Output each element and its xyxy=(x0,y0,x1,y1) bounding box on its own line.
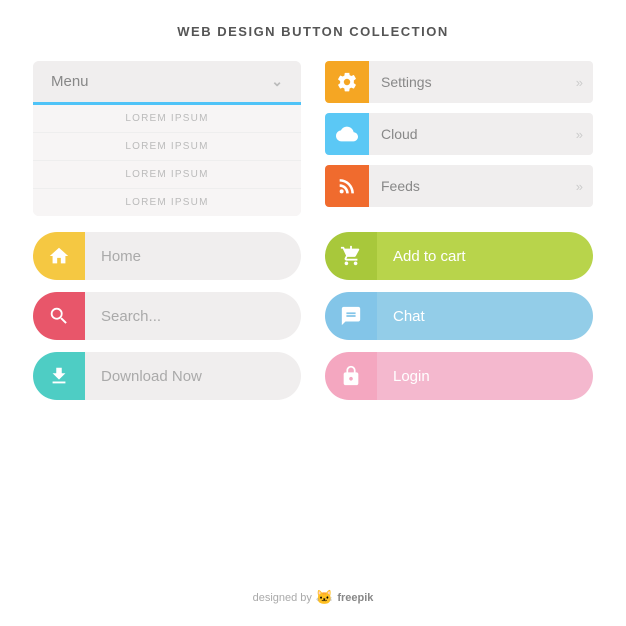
menu-header[interactable]: Menu ⌄ xyxy=(33,61,301,102)
add-to-cart-button[interactable]: Add to cart xyxy=(325,232,593,280)
menu-block: Menu ⌄ LOREM IPSUM LOREM IPSUM LOREM IPS… xyxy=(33,61,301,216)
login-button[interactable]: Login xyxy=(325,352,593,400)
freepik-logo-icon: 🐱 xyxy=(316,589,333,606)
home-label: Home xyxy=(85,232,301,280)
footer-brand: freepik xyxy=(337,592,373,604)
chevron-right-icon: » xyxy=(576,61,593,103)
search-button[interactable]: Search... xyxy=(33,292,301,340)
chevron-down-icon: ⌄ xyxy=(271,73,283,90)
cloud-button[interactable]: Cloud » xyxy=(325,113,593,155)
search-icon xyxy=(33,292,85,340)
download-label: Download Now xyxy=(85,352,301,400)
cloud-icon xyxy=(325,113,369,155)
list-item[interactable]: LOREM IPSUM xyxy=(33,133,301,161)
chat-label: Chat xyxy=(377,292,593,340)
settings-button[interactable]: Settings » xyxy=(325,61,593,103)
home-button[interactable]: Home xyxy=(33,232,301,280)
chevron-right-icon: » xyxy=(576,165,593,207)
chevron-right-icon: » xyxy=(576,113,593,155)
download-icon xyxy=(33,352,85,400)
add-to-cart-label: Add to cart xyxy=(377,232,593,280)
footer-text: designed by xyxy=(253,592,312,604)
menu-items: LOREM IPSUM LOREM IPSUM LOREM IPSUM LORE… xyxy=(33,105,301,216)
settings-label: Settings xyxy=(369,61,576,103)
chat-icon xyxy=(325,292,377,340)
rss-icon xyxy=(325,165,369,207)
main-grid: Menu ⌄ LOREM IPSUM LOREM IPSUM LOREM IPS… xyxy=(33,61,593,216)
cart-icon xyxy=(325,232,377,280)
bottom-grid: Home Add to cart Search... Chat xyxy=(33,232,593,400)
footer: designed by 🐱 freepik xyxy=(253,575,374,606)
cloud-label: Cloud xyxy=(369,113,576,155)
login-label: Login xyxy=(377,352,593,400)
lock-icon xyxy=(325,352,377,400)
list-item[interactable]: LOREM IPSUM xyxy=(33,189,301,216)
feeds-label: Feeds xyxy=(369,165,576,207)
feeds-button[interactable]: Feeds » xyxy=(325,165,593,207)
icon-buttons-block: Settings » Cloud » Feeds » xyxy=(325,61,593,216)
download-button[interactable]: Download Now xyxy=(33,352,301,400)
list-item[interactable]: LOREM IPSUM xyxy=(33,161,301,189)
chat-button[interactable]: Chat xyxy=(325,292,593,340)
list-item[interactable]: LOREM IPSUM xyxy=(33,105,301,133)
page-title: WEB DESIGN BUTTON COLLECTION xyxy=(177,24,448,39)
menu-label: Menu xyxy=(51,73,89,90)
gear-icon xyxy=(325,61,369,103)
search-label: Search... xyxy=(85,292,301,340)
home-icon xyxy=(33,232,85,280)
